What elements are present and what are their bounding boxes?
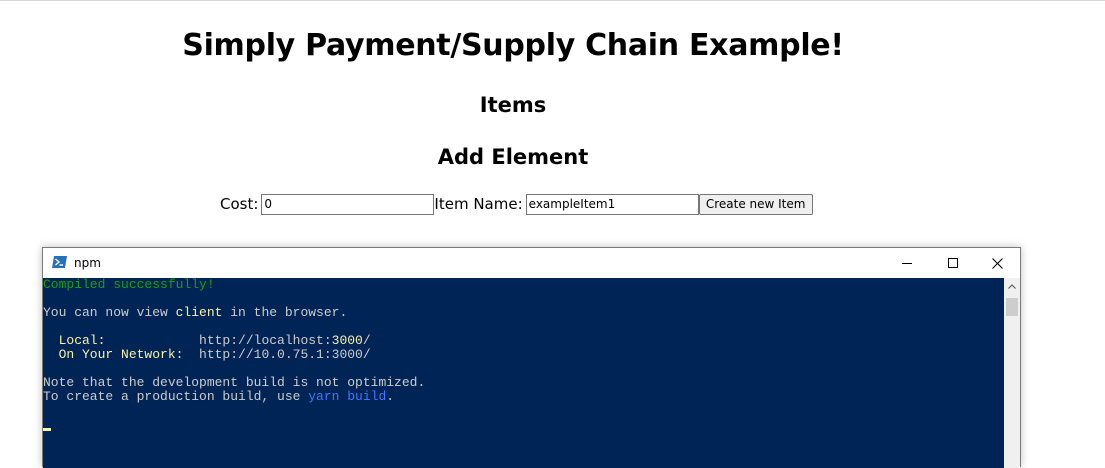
terminal-cursor bbox=[43, 428, 51, 431]
add-element-heading: Add Element bbox=[437, 145, 589, 169]
close-button[interactable] bbox=[974, 248, 1020, 278]
terminal-scrollbar[interactable] bbox=[1004, 278, 1020, 468]
network-label: On Your Network: bbox=[43, 347, 200, 362]
local-url-prefix: http://localhost: bbox=[199, 333, 332, 348]
note-prefix: To create a production build, use bbox=[43, 389, 309, 404]
powershell-icon bbox=[52, 256, 67, 268]
view-suffix: in the browser. bbox=[222, 305, 348, 320]
add-item-form: Cost: Item Name: Create new Item bbox=[220, 193, 813, 215]
terminal-titlebar[interactable]: npm bbox=[43, 248, 1020, 278]
app-name: client bbox=[175, 305, 223, 320]
maximize-button[interactable] bbox=[930, 248, 976, 278]
note-line-2: To create a production build, use yarn b… bbox=[43, 390, 394, 404]
local-label: Local: bbox=[43, 333, 200, 348]
terminal-console[interactable]: Compiled successfully! You can now view … bbox=[43, 278, 1004, 468]
view-message: You can now view client in the browser. bbox=[43, 306, 347, 320]
network-url: http://10.0.75.1:3000/ bbox=[199, 347, 371, 362]
create-item-button[interactable]: Create new Item bbox=[698, 193, 813, 215]
minimize-button[interactable] bbox=[884, 248, 930, 278]
terminal-window: npm Compiled successfully! You can now v… bbox=[42, 247, 1021, 468]
view-prefix: You can now view bbox=[43, 305, 176, 320]
note-suffix: . bbox=[386, 389, 395, 404]
cost-label: Cost: bbox=[220, 195, 259, 213]
maximize-icon bbox=[948, 258, 958, 268]
build-command: yarn build bbox=[308, 389, 387, 404]
scroll-thumb[interactable] bbox=[1006, 298, 1018, 316]
local-url-line: Local: http://localhost:3000/ bbox=[43, 334, 371, 348]
network-url-line: On Your Network: http://10.0.75.1:3000/ bbox=[43, 348, 371, 362]
items-heading: Items bbox=[479, 93, 547, 117]
cost-input[interactable] bbox=[261, 193, 435, 215]
page-title: Simply Payment/Supply Chain Example! bbox=[182, 28, 844, 63]
local-url-suffix: / bbox=[362, 333, 371, 348]
chevron-up-icon bbox=[1008, 284, 1016, 289]
browser-top-border bbox=[0, 0, 1105, 1]
terminal-title: npm bbox=[74, 256, 101, 270]
item-name-label: Item Name: bbox=[434, 195, 523, 213]
compiled-message: Compiled successfully! bbox=[43, 278, 215, 292]
close-icon bbox=[991, 257, 1003, 269]
local-port: 3000 bbox=[331, 333, 363, 348]
scroll-up-button[interactable] bbox=[1004, 278, 1020, 295]
minimize-icon bbox=[902, 263, 912, 264]
note-line-1: Note that the development build is not o… bbox=[43, 375, 426, 390]
item-name-input[interactable] bbox=[525, 193, 699, 215]
